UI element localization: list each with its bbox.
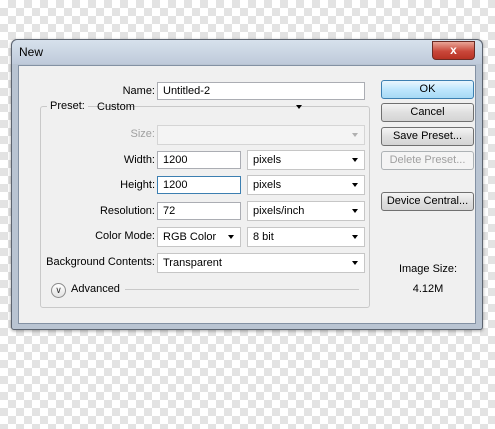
- chevron-down-icon: [352, 261, 358, 265]
- width-input[interactable]: 1200: [157, 151, 241, 169]
- title-bar[interactable]: New x: [12, 40, 482, 64]
- new-document-dialog: New x Name: Untitled-2 Preset: Custom Si…: [11, 39, 483, 330]
- background-contents-select[interactable]: Transparent: [157, 253, 365, 273]
- preset-select[interactable]: Custom: [91, 97, 309, 117]
- chevron-down-icon: [352, 183, 358, 187]
- delete-preset-button[interactable]: Delete Preset...: [381, 151, 474, 170]
- size-label: Size:: [130, 128, 155, 140]
- close-button[interactable]: x: [432, 41, 475, 60]
- width-label: Width:: [123, 154, 155, 166]
- image-size-label: Image Size:: [398, 263, 458, 275]
- height-label: Height:: [120, 179, 155, 191]
- chevron-down-icon: [352, 235, 358, 239]
- advanced-toggle-button[interactable]: ∨: [51, 283, 66, 298]
- color-mode-select[interactable]: RGB Color: [157, 227, 241, 247]
- advanced-label[interactable]: Advanced: [71, 283, 120, 295]
- background-contents-label: Background Contents:: [46, 256, 155, 268]
- resolution-input[interactable]: 72: [157, 202, 241, 220]
- chevron-down-double-icon: ∨: [55, 285, 62, 295]
- chevron-down-icon: [352, 133, 358, 137]
- height-unit-select[interactable]: pixels: [247, 175, 365, 195]
- image-size-value: 4.12M: [412, 283, 444, 295]
- cancel-button[interactable]: Cancel: [381, 103, 474, 122]
- dialog-body: Name: Untitled-2 Preset: Custom Size: Wi…: [18, 65, 476, 324]
- chevron-down-icon: [296, 105, 302, 109]
- ok-button[interactable]: OK: [381, 80, 474, 99]
- height-unit-value: pixels: [253, 179, 282, 191]
- dialog-title: New: [19, 45, 44, 59]
- color-mode-value: RGB Color: [163, 231, 217, 243]
- close-icon: x: [450, 43, 457, 57]
- preset-label: Preset:: [47, 100, 88, 112]
- size-select[interactable]: [157, 125, 365, 145]
- width-unit-select[interactable]: pixels: [247, 150, 365, 170]
- advanced-divider: [125, 289, 359, 290]
- resolution-unit-value: pixels/inch: [253, 205, 305, 217]
- color-mode-label: Color Mode:: [95, 230, 155, 242]
- bit-depth-select[interactable]: 8 bit: [247, 227, 365, 247]
- bit-depth-value: 8 bit: [253, 231, 274, 243]
- resolution-unit-select[interactable]: pixels/inch: [247, 201, 365, 221]
- preset-value: Custom: [97, 101, 135, 113]
- name-label: Name:: [122, 85, 155, 97]
- width-unit-value: pixels: [253, 154, 282, 166]
- device-central-button[interactable]: Device Central...: [381, 192, 474, 211]
- save-preset-button[interactable]: Save Preset...: [381, 127, 474, 146]
- chevron-down-icon: [352, 209, 358, 213]
- background-contents-value: Transparent: [163, 257, 222, 269]
- resolution-label: Resolution:: [99, 205, 155, 217]
- height-input[interactable]: 1200: [157, 176, 241, 194]
- chevron-down-icon: [228, 235, 234, 239]
- chevron-down-icon: [352, 158, 358, 162]
